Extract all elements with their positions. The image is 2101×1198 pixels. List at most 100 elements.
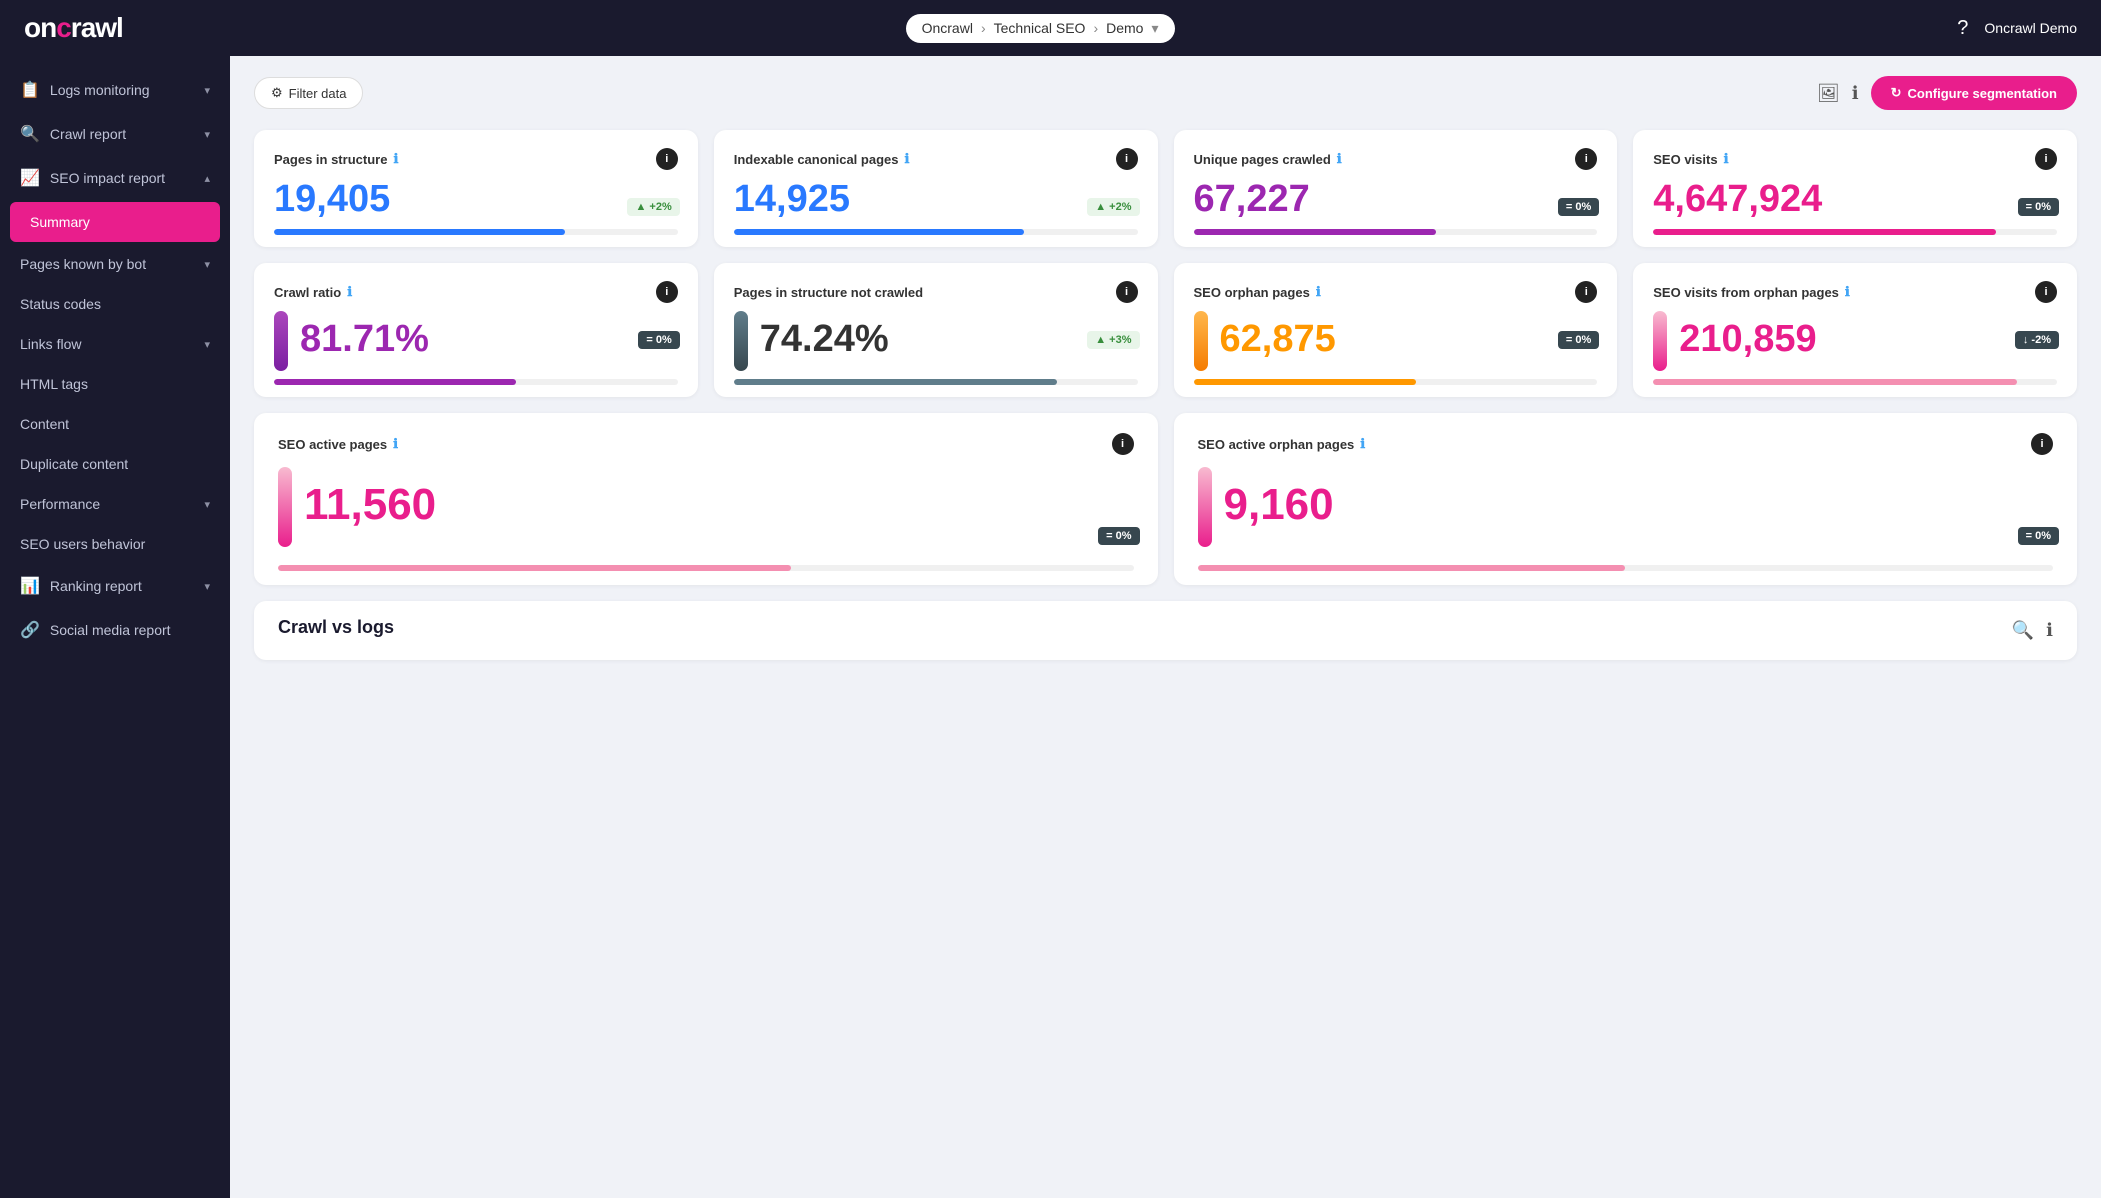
- wide-cards-grid: SEO active pages ℹ i 11,560 = 0% SEO act…: [254, 413, 2077, 585]
- sidebar-item-duplicate-content[interactable]: Duplicate content: [0, 444, 230, 484]
- info-icon-button[interactable]: ℹ: [1852, 83, 1859, 104]
- info-tip-icon: ℹ: [1337, 151, 1342, 167]
- progress-fill: [1194, 229, 1436, 235]
- sidebar-label-performance: Performance: [20, 496, 100, 512]
- card-value-orphan-pages: 62,875: [1220, 318, 1336, 361]
- user-label: Oncrawl Demo: [1984, 20, 2077, 36]
- sidebar-label-crawl-report: Crawl report: [50, 126, 126, 142]
- filter-icon: ⚙: [271, 85, 283, 101]
- progress-bar-indexable: [734, 229, 1138, 235]
- progress-bar-crawl-ratio: [274, 379, 678, 385]
- search-icon-button[interactable]: 🔍: [2012, 620, 2034, 641]
- ranking-icon: 📊: [20, 576, 40, 596]
- progress-fill: [1653, 229, 1996, 235]
- export-icon-button[interactable]: 🖼: [1817, 83, 1840, 104]
- progress-fill: [734, 229, 1025, 235]
- info-tip-icon: ℹ: [393, 151, 398, 167]
- progress-bar-pages-in-structure: [274, 229, 678, 235]
- sidebar-item-performance[interactable]: Performance ▾: [0, 484, 230, 524]
- filter-label: Filter data: [289, 86, 347, 101]
- info-dot-icon[interactable]: i: [1112, 433, 1134, 455]
- sidebar-item-content[interactable]: Content: [0, 404, 230, 444]
- sidebar-item-ranking-report[interactable]: 📊 Ranking report ▾: [0, 564, 230, 608]
- sidebar-item-social-media-report[interactable]: 🔗 Social media report: [0, 608, 230, 652]
- info-tip-icon: ℹ: [1360, 436, 1365, 452]
- top-cards-grid: Pages in structure ℹ i 19,405 ▲ +2% Inde…: [254, 130, 2077, 247]
- card-crawl-ratio: Crawl ratio ℹ i 81.71% = 0%: [254, 263, 698, 397]
- card-seo-active-orphan-pages: SEO active orphan pages ℹ i 9,160 = 0%: [1174, 413, 2078, 585]
- progress-bar-unique-pages: [1194, 229, 1598, 235]
- info-dot-icon[interactable]: i: [656, 148, 678, 170]
- crawl-icon: 🔍: [20, 124, 40, 144]
- sidebar-item-summary[interactable]: Summary: [10, 202, 220, 242]
- sidebar-item-seo-users-behavior[interactable]: SEO users behavior: [0, 524, 230, 564]
- sidebar-label-status-codes: Status codes: [20, 296, 101, 312]
- progress-bar-orphan-pages: [1194, 379, 1598, 385]
- sidebar-item-links-flow[interactable]: Links flow ▾: [0, 324, 230, 364]
- badge-indexable-canonical: ▲ +2%: [1087, 198, 1139, 216]
- sidebar-item-pages-known-by-bot[interactable]: Pages known by bot ▾: [0, 244, 230, 284]
- second-cards-grid: Crawl ratio ℹ i 81.71% = 0% Pages in str…: [254, 263, 2077, 397]
- card-title-text: SEO active orphan pages: [1198, 437, 1355, 452]
- info-dot-icon[interactable]: i: [656, 281, 678, 303]
- logs-icon: 📋: [20, 80, 40, 100]
- info-dot-icon[interactable]: i: [2031, 433, 2053, 455]
- info-icon-button-section[interactable]: ℹ: [2046, 620, 2053, 641]
- card-seo-orphan-pages: SEO orphan pages ℹ i 62,875 = 0%: [1174, 263, 1618, 397]
- logo: oncrawl: [24, 12, 123, 44]
- breadcrumb[interactable]: Oncrawl › Technical SEO › Demo ▾: [906, 14, 1175, 43]
- section-title-crawl-vs-logs: Crawl vs logs: [278, 617, 394, 638]
- pages-not-crawled-bar: [734, 311, 748, 371]
- card-title-text: Pages in structure not crawled: [734, 285, 923, 300]
- card-pages-in-structure: Pages in structure ℹ i 19,405 ▲ +2%: [254, 130, 698, 247]
- card-title-text: SEO active pages: [278, 437, 387, 452]
- sidebar: 📋 Logs monitoring ▾ 🔍 Crawl report ▾ 📈 S…: [0, 56, 230, 1198]
- section-actions: 🔍 ℹ: [2012, 620, 2053, 641]
- sidebar-label-html-tags: HTML tags: [20, 376, 88, 392]
- sidebar-label-ranking-report: Ranking report: [50, 578, 142, 594]
- chevron-up-icon: ▴: [204, 172, 210, 185]
- main-content: ⚙ Filter data 🖼 ℹ ↻ Configure segmentati…: [230, 56, 2101, 1198]
- configure-icon: ↻: [1891, 85, 1902, 101]
- card-seo-visits: SEO visits ℹ i 4,647,924 = 0%: [1633, 130, 2077, 247]
- card-title-text: SEO visits: [1653, 152, 1717, 167]
- top-navigation: oncrawl Oncrawl › Technical SEO › Demo ▾…: [0, 0, 2101, 56]
- card-value-seo-active-pages: 11,560: [304, 480, 436, 530]
- progress-fill: [274, 379, 516, 385]
- configure-segmentation-button[interactable]: ↻ Configure segmentation: [1871, 76, 2077, 110]
- info-dot-icon[interactable]: i: [2035, 148, 2057, 170]
- section-crawl-vs-logs: Crawl vs logs 🔍 ℹ: [254, 601, 2077, 660]
- info-tip-icon: ℹ: [904, 151, 909, 167]
- card-value-visits-orphan: 210,859: [1679, 318, 1816, 361]
- card-seo-active-pages: SEO active pages ℹ i 11,560 = 0%: [254, 413, 1158, 585]
- chevron-down-icon: ▾: [204, 128, 210, 141]
- info-dot-icon[interactable]: i: [1575, 148, 1597, 170]
- info-dot-icon[interactable]: i: [1116, 148, 1138, 170]
- social-icon: 🔗: [20, 620, 40, 640]
- help-icon[interactable]: ?: [1957, 17, 1968, 40]
- badge-seo-visits: = 0%: [2018, 198, 2059, 216]
- card-value-pages-not-crawled: 74.24%: [760, 318, 889, 361]
- card-value-pages-in-structure: 19,405: [274, 178, 678, 221]
- card-indexable-canonical-pages: Indexable canonical pages ℹ i 14,925 ▲ +…: [714, 130, 1158, 247]
- breadcrumb-technical-seo: Technical SEO: [994, 20, 1086, 36]
- info-dot-icon[interactable]: i: [2035, 281, 2057, 303]
- card-value-indexable-canonical: 14,925: [734, 178, 1138, 221]
- breadcrumb-oncrawl: Oncrawl: [922, 20, 973, 36]
- sidebar-item-html-tags[interactable]: HTML tags: [0, 364, 230, 404]
- sidebar-item-crawl-report[interactable]: 🔍 Crawl report ▾: [0, 112, 230, 156]
- progress-fill: [1198, 565, 1626, 571]
- active-orphan-pages-bar: [1198, 467, 1212, 547]
- badge-pages-in-structure: ▲ +2%: [627, 198, 679, 216]
- info-dot-icon[interactable]: i: [1116, 281, 1138, 303]
- progress-fill: [278, 565, 791, 571]
- sidebar-item-seo-impact-report[interactable]: 📈 SEO impact report ▴: [0, 156, 230, 200]
- progress-fill: [1194, 379, 1416, 385]
- sidebar-item-logs-monitoring[interactable]: 📋 Logs monitoring ▾: [0, 68, 230, 112]
- info-tip-icon: ℹ: [393, 436, 398, 452]
- sidebar-item-status-codes[interactable]: Status codes: [0, 284, 230, 324]
- sidebar-label-seo-impact: SEO impact report: [50, 170, 165, 186]
- filter-data-button[interactable]: ⚙ Filter data: [254, 77, 363, 109]
- topnav-right: ? Oncrawl Demo: [1957, 17, 2077, 40]
- info-dot-icon[interactable]: i: [1575, 281, 1597, 303]
